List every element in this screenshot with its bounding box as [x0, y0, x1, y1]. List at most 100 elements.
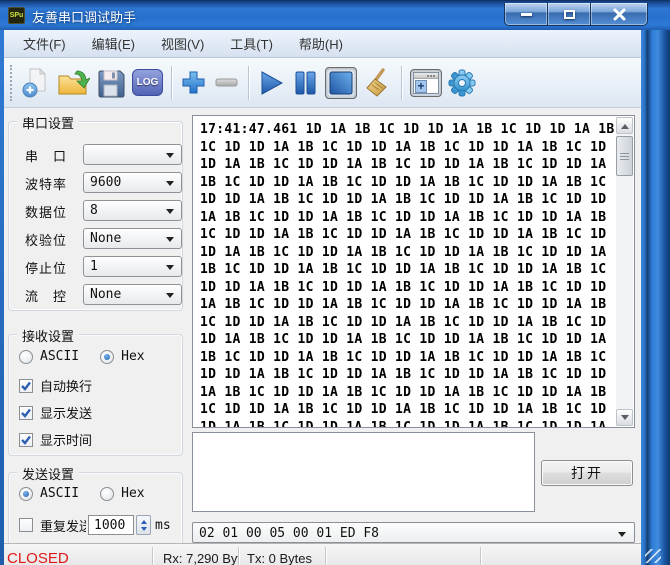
interval-unit-label: ms [155, 518, 171, 533]
toolbar: LOG [4, 58, 641, 108]
minimize-icon [521, 13, 532, 16]
interval-stepper[interactable] [136, 515, 151, 535]
repeat-send-row: 重复发送 1000 ms [19, 515, 171, 535]
stopbits-select[interactable]: 1 [83, 256, 182, 277]
receive-terminal[interactable]: 17:41:47.461 1D 1A 1B 1C 1D 1D 1A 1B 1C … [192, 115, 635, 428]
terminal-line: 1B 1C 1D 1D 1A 1B 1C 1D 1D 1A 1B 1C 1D 1… [200, 174, 614, 192]
interval-input[interactable]: 1000 [88, 515, 134, 535]
port-label: 串 口 [25, 146, 67, 165]
terminal-line: 1A 1B 1C 1D 1D 1A 1B 1C 1D 1D 1A 1B 1C 1… [200, 296, 614, 314]
tx-counter: Tx: 0 Bytes [247, 551, 312, 565]
menu-file[interactable]: 文件(F) [10, 30, 79, 57]
show-send-checkbox[interactable] [19, 406, 33, 420]
statusbar-separator [325, 547, 326, 565]
show-send-label: 显示发送 [40, 403, 92, 422]
settings-button[interactable] [448, 69, 476, 97]
send-settings-title: 发送设置 [17, 464, 79, 483]
maximize-icon [564, 10, 575, 19]
toolbar-separator [248, 66, 249, 100]
menu-edit[interactable]: 编辑(E) [79, 30, 148, 57]
send-hex-radio[interactable] [100, 487, 114, 501]
databits-row: 数据位 8 [17, 200, 177, 220]
check-icon [20, 407, 32, 419]
log-button[interactable]: LOG [132, 69, 163, 96]
rx-counter: Rx: 7,290 Bytes [163, 551, 239, 565]
repeat-send-checkbox[interactable] [19, 518, 33, 532]
hex-history-combo[interactable]: 02 01 00 05 00 01 ED F8 [192, 522, 635, 543]
new-session-button[interactable] [21, 67, 51, 98]
open-file-button[interactable] [57, 68, 90, 97]
play-icon [257, 69, 285, 97]
databits-select[interactable]: 8 [83, 200, 182, 221]
minimize-button[interactable] [504, 3, 547, 26]
scroll-up-button[interactable] [616, 117, 633, 134]
terminal-line: 1D 1A 1B 1C 1D 1D 1A 1B 1C 1D 1D 1A 1B 1… [200, 331, 614, 349]
menu-tools[interactable]: 工具(T) [217, 30, 286, 57]
pause-icon [291, 69, 319, 97]
auto-newline-checkbox[interactable] [19, 379, 33, 393]
start-button[interactable] [257, 69, 285, 97]
menu-help[interactable]: 帮助(H) [286, 30, 356, 57]
terminal-line: 1C 1D 1D 1A 1B 1C 1D 1D 1A 1B 1C 1D 1D 1… [200, 139, 614, 157]
statusbar: CLOSED Rx: 7,290 Bytes Tx: 0 Bytes [4, 543, 641, 565]
flowcontrol-label: 流 控 [25, 286, 67, 305]
open-port-button[interactable]: 打开 [541, 460, 633, 486]
baudrate-select[interactable]: 9600 [83, 172, 182, 193]
databits-value: 8 [90, 203, 98, 218]
flowcontrol-row: 流 控 None [17, 284, 177, 304]
receive-settings-title: 接收设置 [17, 326, 79, 345]
statusbar-separator [480, 547, 481, 565]
terminal-scrollbar[interactable] [616, 117, 633, 426]
terminal-line: 1D 1A 1B 1C 1D 1D 1A 1B 1C 1D 1D 1A 1B 1… [200, 244, 614, 262]
terminal-line: 1B 1C 1D 1D 1A 1B 1C 1D 1D 1A 1B 1C 1D 1… [200, 261, 614, 279]
receive-settings-group: 接收设置 ASCII Hex 自动换行 显示发送 显示时间 [8, 334, 183, 456]
add-button[interactable] [180, 69, 207, 96]
new-file-icon [21, 67, 51, 98]
titlebar[interactable]: SPu 友善串口调试助手 [0, 0, 670, 30]
statusbar-separator [238, 547, 239, 565]
baudrate-value: 9600 [90, 175, 121, 190]
recv-hex-radio[interactable] [100, 350, 114, 364]
send-input[interactable] [192, 432, 535, 512]
send-ascii-radio[interactable] [19, 487, 33, 501]
menubar: 文件(F) 编辑(E) 视图(V) 工具(T) 帮助(H) [4, 30, 641, 58]
scroll-down-button[interactable] [616, 409, 633, 426]
panel-toggle-button[interactable]: + [410, 69, 442, 97]
resize-grip[interactable] [645, 549, 661, 563]
window-title: 友善串口调试助手 [32, 7, 136, 26]
chevron-down-icon [166, 265, 174, 274]
close-button[interactable] [591, 3, 648, 26]
remove-button[interactable] [213, 69, 240, 96]
maximize-button[interactable] [547, 3, 591, 26]
scrollbar-thumb[interactable] [616, 136, 633, 176]
panel-toggle-icon: + [413, 72, 439, 94]
stop-icon [328, 70, 354, 96]
terminal-line: 1D 1D 1A 1B 1C 1D 1D 1A 1B 1C 1D 1D 1A 1… [200, 366, 614, 384]
flowcontrol-select[interactable]: None [83, 284, 182, 305]
stop-button[interactable] [325, 67, 357, 99]
parity-select[interactable]: None [83, 228, 182, 249]
check-icon [20, 434, 32, 446]
pause-button[interactable] [291, 69, 319, 97]
baudrate-row: 波特率 9600 [17, 172, 177, 192]
save-button[interactable] [96, 68, 126, 98]
chevron-down-icon [166, 153, 174, 162]
clear-button[interactable] [363, 68, 393, 98]
send-format-row: ASCII Hex [19, 486, 145, 501]
serial-settings-title: 串口设置 [17, 113, 79, 132]
terminal-line: 1A 1B 1C 1D 1D 1A 1B 1C 1D 1D 1A 1B 1C 1… [200, 384, 614, 402]
parity-label: 校验位 [25, 230, 67, 249]
toolbar-grip[interactable] [10, 65, 12, 101]
spin-up-icon [141, 517, 147, 524]
app-icon: SPu [8, 7, 25, 24]
port-select[interactable] [83, 144, 182, 165]
show-time-row: 显示时间 [19, 430, 92, 449]
recv-ascii-radio[interactable] [19, 350, 33, 364]
terminal-line: 1D 1D 1A 1B 1C 1D 1D 1A 1B 1C 1D 1D 1A 1… [200, 279, 614, 297]
show-time-checkbox[interactable] [19, 433, 33, 447]
terminal-output: 17:41:47.461 1D 1A 1B 1C 1D 1D 1A 1B 1C … [200, 121, 614, 427]
terminal-line: 1D 1D 1A 1B 1C 1D 1D 1A 1B 1C 1D 1D 1A 1… [200, 191, 614, 209]
gear-icon [448, 69, 476, 97]
parity-value: None [90, 231, 121, 246]
menu-view[interactable]: 视图(V) [148, 30, 217, 57]
